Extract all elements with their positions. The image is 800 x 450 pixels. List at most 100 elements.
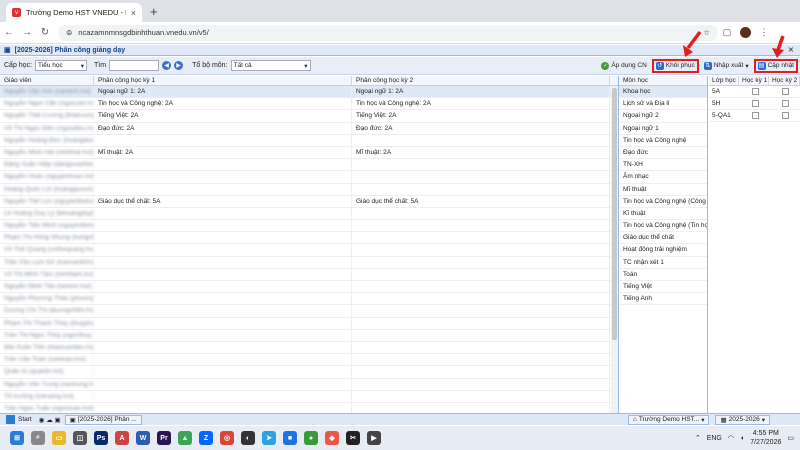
table-row[interactable]: Tổ trưởng (totruong.hst) xyxy=(0,390,618,403)
notification-icon[interactable]: ▭ xyxy=(787,434,794,442)
hk1-checkbox[interactable] xyxy=(752,88,759,95)
teacher-cell[interactable]: Nguyễn Thái Cường (thaicuong.hst) xyxy=(0,110,94,122)
table-row[interactable]: Nguyễn Tiến Minh (nguyentienminh.hst) xyxy=(0,220,618,233)
wifi-icon[interactable]: ◠ xyxy=(728,434,734,442)
teacher-cell[interactable]: Hoàng Quốc Lợi (hoangquocloi.hst) xyxy=(0,183,94,195)
assignment-cell[interactable]: Giáo dục thể chất: 5A xyxy=(94,195,352,207)
app-icon[interactable]: ◆ xyxy=(325,431,339,445)
subject-item[interactable]: Đạo đức xyxy=(619,147,707,160)
assignment-cell[interactable] xyxy=(94,390,352,402)
assignment-cell[interactable] xyxy=(94,256,352,268)
app-icon[interactable]: ▶ xyxy=(367,431,381,445)
table-row[interactable]: Nguyễn Thái Cường (thaicuong.hst)Tiếng V… xyxy=(0,110,618,123)
assignment-cell[interactable] xyxy=(352,293,610,305)
school-button[interactable]: ⌂ Trường Demo HST... ▾ xyxy=(627,414,710,425)
table-row[interactable]: Phạm Thị Thanh Thúy (thuyphamthi.hst) xyxy=(0,317,618,330)
class-row[interactable]: 5-QA1 xyxy=(709,110,800,122)
to-bo-mon-select[interactable]: Tất cả ▾ xyxy=(230,60,311,71)
assignment-cell[interactable] xyxy=(94,317,352,329)
assignment-cell[interactable]: Ngoại ngữ 1: 2A xyxy=(94,86,352,98)
assignment-cell[interactable]: Tin học và Công nghệ: 2A xyxy=(94,98,352,110)
table-row[interactable]: Trần Văn Toàn (vantoan.hst) xyxy=(0,354,618,367)
ap-dung-cn-button[interactable]: ✓ Áp dụng CN xyxy=(599,59,648,73)
table-row[interactable]: Nguyễn Văn Trung (vantrung.hst) xyxy=(0,378,618,391)
task-view-icon[interactable]: ◫ xyxy=(73,431,87,445)
table-row[interactable]: Quản trị (quantri.hst) xyxy=(0,366,618,379)
prev-arrow-icon[interactable]: ◀ xyxy=(162,61,172,70)
teacher-cell[interactable]: Dương Chí Thi (duongchithi.hst) xyxy=(0,305,94,317)
assignment-cell[interactable] xyxy=(94,329,352,341)
subject-item[interactable]: Hoạt động trải nghiệm xyxy=(619,244,707,257)
scrollbar-thumb[interactable] xyxy=(612,88,617,340)
teacher-cell[interactable]: Nguyễn Văn Trung (vantrung.hst) xyxy=(0,378,94,390)
volume-icon[interactable]: ◖ xyxy=(740,435,744,442)
word-icon[interactable]: W xyxy=(136,431,150,445)
table-row[interactable]: Nguyễn Hoàng Đức (hoangduc.hst) xyxy=(0,134,618,147)
assignment-cell[interactable] xyxy=(94,341,352,354)
teacher-cell[interactable]: Trần Thị Ngọc Thủy (ngocthuy.hst) xyxy=(0,329,94,341)
table-row[interactable]: Nguyễn Văn Anh (vananh.hst) Ngoại ngữ 1: … xyxy=(0,86,618,99)
close-tab-icon[interactable]: × xyxy=(131,8,136,18)
column-header[interactable]: Phân công học kỳ 2 xyxy=(352,76,610,85)
teacher-cell[interactable]: Phạm Thị Hồng Nhung (hongnhung.hst) xyxy=(0,232,94,244)
assignment-cell[interactable] xyxy=(352,232,610,244)
hk1-checkbox[interactable] xyxy=(752,100,759,107)
teacher-cell[interactable]: Trần Văn Toàn (vantoan.hst) xyxy=(0,354,94,366)
new-tab-button[interactable]: + xyxy=(150,4,158,19)
assignment-cell[interactable] xyxy=(94,402,352,413)
assignment-cell[interactable] xyxy=(352,220,610,232)
subject-item[interactable]: Tin học và Công nghệ (Công n... xyxy=(619,196,707,208)
extensions-icon[interactable]: ▢ xyxy=(718,27,736,38)
assignment-cell[interactable] xyxy=(352,402,610,413)
assignment-cell[interactable]: Giáo dục thể chất: 5A xyxy=(352,195,610,207)
subject-item[interactable]: Lịch sử và Địa lí xyxy=(619,98,707,111)
teacher-cell[interactable]: Lê Hoàng Duy Lý (lehoangduyly.hst) xyxy=(0,207,94,220)
subject-item[interactable]: Tin học và Công nghệ xyxy=(619,135,707,147)
teacher-cell[interactable]: Nguyễn Hoàn (nguyenhoan.hst) xyxy=(0,171,94,183)
google-drive-icon[interactable]: ▲ xyxy=(178,431,192,445)
assignment-cell[interactable] xyxy=(352,366,610,378)
next-arrow-icon[interactable]: ▶ xyxy=(174,61,184,70)
subject-item[interactable]: TN-XH xyxy=(619,159,707,172)
assignment-cell[interactable] xyxy=(352,378,610,390)
vertical-scrollbar[interactable] xyxy=(611,86,618,413)
table-row[interactable]: Nguyễn Thế Lực (nguyentheluc.hst)Giáo dụ… xyxy=(0,195,618,208)
table-row[interactable]: Nguyễn Ngọc Cẩn (ngoccan.hst) Tin học và … xyxy=(0,98,618,111)
teacher-cell[interactable]: Nguyễn Minh Tân (tanmin.hst) xyxy=(0,281,94,293)
assignment-cell[interactable]: Ngoại ngữ 1: 2A xyxy=(352,86,610,98)
assignment-cell[interactable]: Đạo đức: 2A xyxy=(94,122,352,134)
assignment-cell[interactable] xyxy=(94,159,352,171)
assignment-cell[interactable]: Đạo đức: 2A xyxy=(352,122,610,134)
teacher-cell[interactable]: Trần Ngọc Tuấn (ngoctuan.hst) xyxy=(0,402,94,413)
teacher-cell[interactable]: Quản trị (quantri.hst) xyxy=(0,366,94,378)
assignment-cell[interactable] xyxy=(352,244,610,256)
hk2-checkbox[interactable] xyxy=(782,100,789,107)
teacher-cell[interactable]: Phạm Thị Thanh Thúy (thuyphamthi.hst) xyxy=(0,317,94,329)
file-explorer-icon[interactable]: ▭ xyxy=(52,431,66,445)
menu-icon[interactable]: ⋮ xyxy=(755,27,773,38)
table-row[interactable]: Võ Thế Quang (vothequang.hst) xyxy=(0,244,618,257)
table-row[interactable]: Đặng Xuân Hiệp (dangxuanhiep.hst) xyxy=(0,159,618,172)
app-window-button[interactable]: ▣ [2025-2026] Phân ... xyxy=(64,414,142,425)
table-row[interactable]: Trần Ngọc Tuấn (ngoctuan.hst) xyxy=(0,402,618,413)
assignment-cell[interactable] xyxy=(352,390,610,402)
star-icon[interactable]: ☆ xyxy=(703,28,710,37)
teacher-cell[interactable]: Võ Thế Quang (vothequang.hst) xyxy=(0,244,94,256)
table-row[interactable]: Phạm Thị Hồng Nhung (hongnhung.hst) xyxy=(0,232,618,245)
assignment-cell[interactable] xyxy=(352,317,610,329)
assignment-cell[interactable]: Mĩ thuật: 2A xyxy=(94,146,352,159)
assignment-cell[interactable] xyxy=(94,183,352,195)
app-icon[interactable]: ● xyxy=(304,431,318,445)
teacher-cell[interactable]: Tổ trưởng (totruong.hst) xyxy=(0,390,94,402)
assignment-cell[interactable] xyxy=(352,354,610,366)
hk1-checkbox[interactable] xyxy=(752,112,759,119)
assignment-cell[interactable] xyxy=(94,366,352,378)
table-row[interactable]: Mai Xuân Tiến (maixuantien.hst) xyxy=(0,341,618,355)
assignment-cell[interactable] xyxy=(352,341,610,354)
teacher-cell[interactable]: Mai Xuân Tiến (maixuantien.hst) xyxy=(0,341,94,354)
clock[interactable]: 4:55 PM 7/27/2026 xyxy=(750,429,781,447)
chevron-up-icon[interactable]: ⌃ xyxy=(695,434,701,442)
teacher-cell[interactable]: Nguyễn Thế Lực (nguyentheluc.hst) xyxy=(0,195,94,207)
assignment-cell[interactable]: Tin học và Công nghệ: 2A xyxy=(352,98,610,110)
column-header[interactable]: Học kỳ 1 xyxy=(739,76,769,85)
